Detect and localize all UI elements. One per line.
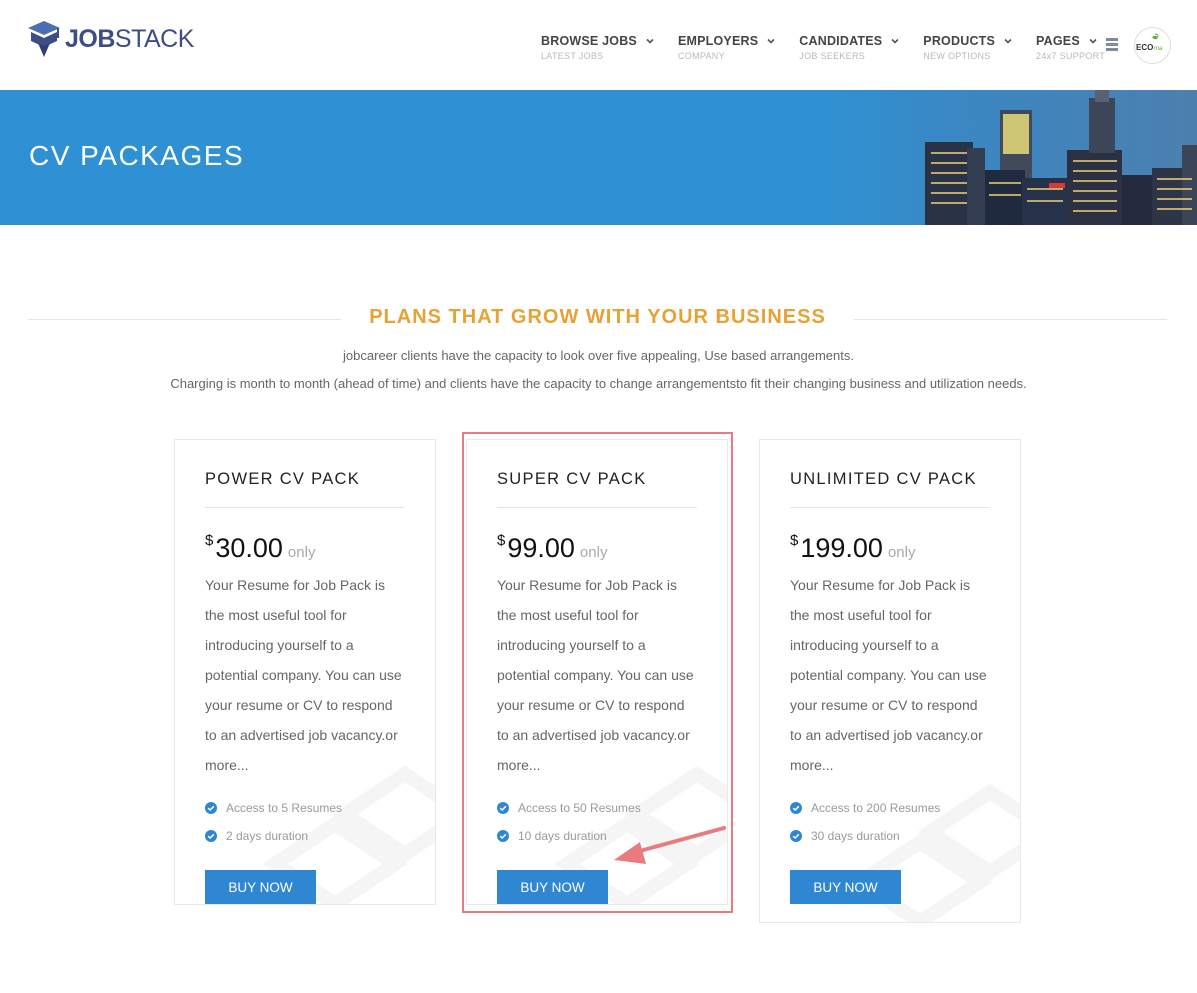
feature-item: 30 days duration <box>790 822 990 850</box>
section-intro-line-1: jobcareer clients have the capacity to l… <box>343 348 854 363</box>
site-header: JOBSTACK BROWSE JOBS LATEST JOBS EMPLOYE… <box>0 0 1197 90</box>
price-amount: 30.00 <box>215 533 283 563</box>
nav-sublabel: NEW OPTIONS <box>923 51 991 61</box>
check-circle-icon <box>497 802 509 814</box>
svg-text:ma: ma <box>1154 46 1163 52</box>
price-suffix: only <box>887 544 916 561</box>
jobstack-logo-icon <box>28 21 60 57</box>
nav-sublabel: 24x7 SUPPORT <box>1036 51 1106 61</box>
nav-label: BROWSE JOBS <box>541 34 637 48</box>
page-title: CV PACKAGES <box>29 140 245 171</box>
price-amount: 99.00 <box>507 533 575 563</box>
check-circle-icon <box>205 802 217 814</box>
eco-logo-icon: ECO ma <box>1136 33 1163 52</box>
nav-sublabel: COMPANY <box>677 51 725 61</box>
page-banner: CV PACKAGES <box>0 90 1197 225</box>
buy-now-button[interactable]: BUY NOW <box>790 870 901 904</box>
package-card-super: SUPER CV PACK $ 99.00 only Your Resume f… <box>466 439 728 905</box>
package-description: Your Resume for Job Pack is the most use… <box>205 577 402 773</box>
nav-products[interactable]: PRODUCTS NEW OPTIONS <box>923 34 1013 61</box>
nav-candidates[interactable]: CANDIDATES JOB SEEKERS <box>799 34 900 61</box>
chevron-down-icon <box>1004 38 1012 44</box>
package-title: UNLIMITED CV PACK <box>790 470 977 488</box>
price-currency: $ <box>790 532 799 549</box>
divider <box>205 507 405 508</box>
section-heading: PLANS THAT GROW WITH YOUR BUSINESS <box>28 306 1167 334</box>
package-price: $ 30.00 only <box>205 532 405 564</box>
feature-item: 2 days duration <box>205 822 405 850</box>
price-suffix: only <box>287 544 316 561</box>
divider <box>497 507 697 508</box>
chevron-down-icon <box>646 38 654 44</box>
feature-text: Access to 200 Resumes <box>811 801 941 815</box>
nav-sublabel: LATEST JOBS <box>541 51 604 61</box>
main-nav: BROWSE JOBS LATEST JOBS EMPLOYERS COMPAN… <box>541 34 1128 61</box>
package-price: $ 199.00 only <box>790 532 990 564</box>
package-price: $ 99.00 only <box>497 532 697 564</box>
site-logo-text: JOBSTACK <box>65 24 194 53</box>
feature-text: 10 days duration <box>518 829 607 843</box>
feature-text: Access to 50 Resumes <box>518 801 641 815</box>
svg-text:ECO: ECO <box>1136 43 1153 52</box>
feature-item: Access to 50 Resumes <box>497 794 697 822</box>
feature-list: Access to 5 Resumes 2 days duration <box>205 794 405 850</box>
section-intro-line-2: Charging is month to month (ahead of tim… <box>170 376 1027 391</box>
avatar[interactable]: ECO ma <box>1134 27 1171 64</box>
price-amount: 199.00 <box>800 533 883 563</box>
nav-label: EMPLOYERS <box>677 34 759 48</box>
site-logo[interactable]: JOBSTACK <box>27 19 194 59</box>
buy-now-button[interactable]: BUY NOW <box>205 870 316 904</box>
nav-employers[interactable]: EMPLOYERS COMPANY <box>678 34 776 61</box>
price-suffix: only <box>579 544 608 561</box>
package-description: Your Resume for Job Pack is the most use… <box>497 577 694 773</box>
price-currency: $ <box>497 532 506 549</box>
nav-label: PRODUCTS <box>923 34 996 48</box>
feature-list: Access to 200 Resumes 30 days duration <box>790 794 990 850</box>
price-currency: $ <box>205 532 214 549</box>
nav-pages[interactable]: PAGES 24x7 SUPPORT <box>1036 34 1105 61</box>
feature-text: 30 days duration <box>811 829 900 843</box>
nav-label: PAGES <box>1036 34 1080 48</box>
chevron-down-icon <box>767 38 775 44</box>
chevron-down-icon <box>1089 38 1097 44</box>
feature-item: Access to 200 Resumes <box>790 794 990 822</box>
nav-browse-jobs[interactable]: BROWSE JOBS LATEST JOBS <box>541 34 655 61</box>
feature-list: Access to 50 Resumes 10 days duration <box>497 794 697 850</box>
package-title: SUPER CV PACK <box>497 470 647 488</box>
check-circle-icon <box>205 830 217 842</box>
package-title: POWER CV PACK <box>205 470 361 488</box>
feature-text: Access to 5 Resumes <box>226 801 343 815</box>
check-circle-icon <box>790 830 802 842</box>
package-card-unlimited: UNLIMITED CV PACK $ 199.00 only Your Res… <box>759 439 1021 923</box>
city-skyline-image <box>817 90 1197 225</box>
feature-item: Access to 5 Resumes <box>205 794 405 822</box>
nav-sublabel: JOB SEEKERS <box>799 51 866 61</box>
buy-now-button[interactable]: BUY NOW <box>497 870 608 904</box>
section-title: PLANS THAT GROW WITH YOUR BUSINESS <box>369 306 826 328</box>
package-description: Your Resume for Job Pack is the most use… <box>790 577 987 773</box>
check-circle-icon <box>497 830 509 842</box>
divider <box>790 507 990 508</box>
nav-label: CANDIDATES <box>799 34 883 48</box>
hamburger-menu-icon[interactable] <box>1106 38 1118 52</box>
chevron-down-icon <box>891 38 899 44</box>
feature-item: 10 days duration <box>497 822 697 850</box>
package-card-power: POWER CV PACK $ 30.00 only Your Resume f… <box>174 439 436 905</box>
check-circle-icon <box>790 802 802 814</box>
feature-text: 2 days duration <box>226 829 309 843</box>
